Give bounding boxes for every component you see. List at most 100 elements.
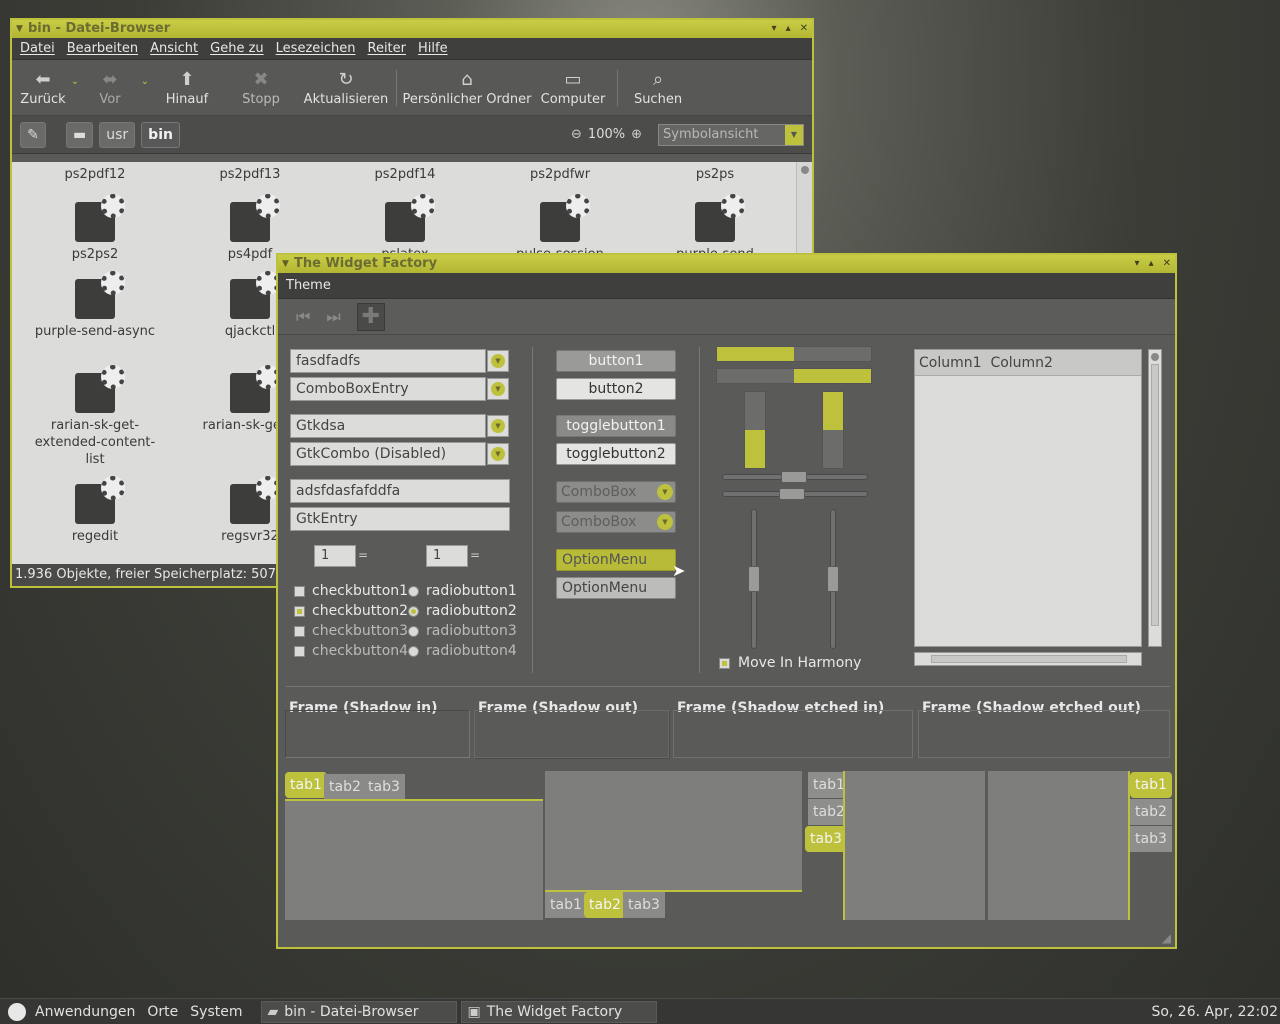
task-file-browser[interactable]: ▰ bin - Datei-Browser [260, 1000, 457, 1023]
skip-forward-icon[interactable]: ⏭ [326, 307, 340, 327]
vscale-1-thumb[interactable] [748, 566, 760, 592]
file-item[interactable]: purple-send-async [20, 271, 170, 340]
radiobutton-4-label[interactable]: radiobutton4 [426, 643, 517, 659]
tree-vscrollbar[interactable] [1148, 349, 1162, 647]
nb4-tab1[interactable]: tab1 [1130, 772, 1172, 798]
combobox-2[interactable]: ComboBox ▼ [556, 511, 676, 533]
spin-stepper-icon[interactable]: = [358, 549, 370, 561]
optionmenu-1[interactable]: OptionMenu [556, 549, 676, 571]
checkbutton-2-label[interactable]: checkbutton2 [312, 603, 408, 619]
checkbutton-4-label[interactable]: checkbutton4 [312, 643, 408, 659]
nb4-tab2[interactable]: tab2 [1130, 799, 1172, 825]
view-mode-select[interactable]: Symbolansicht ▼ [658, 123, 804, 146]
up-button[interactable]: ⬆ Hinauf [152, 66, 222, 108]
file-item[interactable]: ps2ps2 [20, 194, 170, 263]
column-header-1[interactable]: Column1 [919, 355, 982, 371]
forward-history-button[interactable]: ⌄ [138, 66, 152, 87]
menu-hilfe[interactable]: Hilfe [418, 41, 448, 56]
menu-reiter[interactable]: Reiter [368, 41, 407, 56]
maximize-icon[interactable]: ▴ [786, 20, 791, 38]
gtk-combo-dropdown[interactable]: ▼ [487, 415, 509, 437]
nb2-tab1[interactable]: tab1 [545, 892, 587, 918]
hscale-1-thumb[interactable] [781, 471, 807, 483]
vscale-1[interactable] [748, 509, 760, 649]
combo-entry-1-dropdown[interactable]: ▼ [487, 350, 509, 372]
window-menu-icon[interactable]: ▼ [16, 20, 23, 38]
maximize-icon[interactable]: ▴ [1149, 255, 1154, 273]
checkbutton-1-label[interactable]: checkbutton1 [312, 583, 408, 599]
file-item[interactable]: rarian-sk-get-extended-content-list [20, 365, 170, 468]
togglebutton-2[interactable]: togglebutton2 [556, 443, 676, 465]
nb4-tab3[interactable]: tab3 [1130, 826, 1172, 852]
checkbutton-3[interactable] [294, 626, 305, 637]
togglebutton-1[interactable]: togglebutton1 [556, 415, 676, 437]
menu-bearbeiten[interactable]: Bearbeiten [67, 41, 138, 56]
checkbutton-2[interactable] [294, 606, 305, 617]
toggle-location-button[interactable]: ✎ [20, 121, 46, 148]
combo-entry-2[interactable]: ComboBoxEntry [290, 377, 486, 401]
spin-button-1[interactable]: 1 [314, 545, 356, 567]
file-item[interactable]: ps2ps [640, 166, 790, 183]
nb2-tab2[interactable]: tab2 [584, 892, 626, 918]
window-menu-icon[interactable]: ▼ [282, 255, 289, 273]
menu-ansicht[interactable]: Ansicht [150, 41, 198, 56]
nb2-tab3[interactable]: tab3 [623, 892, 665, 918]
reload-button[interactable]: ↻ Aktualisieren [300, 66, 392, 108]
file-item[interactable]: ps2pdf13 [175, 166, 325, 183]
combo-entry-2-dropdown[interactable]: ▼ [487, 378, 509, 400]
menu-places[interactable]: Orte [147, 1004, 178, 1020]
button-1[interactable]: button1 [556, 350, 676, 372]
spin-button-2[interactable]: 1 [426, 545, 468, 567]
back-button[interactable]: ⬅ Zurück [18, 66, 68, 108]
computer-button[interactable]: ▭ Computer [533, 66, 613, 108]
distro-logo-icon[interactable] [8, 1002, 26, 1021]
forward-button[interactable]: ⬌ Vor [82, 66, 138, 108]
vscale-2[interactable] [827, 509, 839, 649]
text-entry-1[interactable]: adsfdasfafddfa [290, 479, 510, 503]
zoom-in-icon[interactable]: ⊕ [631, 127, 642, 142]
file-item[interactable]: ps2pdf14 [330, 166, 480, 183]
menu-system[interactable]: System [190, 1004, 242, 1020]
checkbutton-4[interactable] [294, 646, 305, 657]
radiobutton-2-label[interactable]: radiobutton2 [426, 603, 517, 619]
minimize-icon[interactable]: ▾ [772, 20, 777, 38]
nb1-tab2[interactable]: tab2 [324, 774, 366, 800]
radiobutton-1-label[interactable]: radiobutton1 [426, 583, 517, 599]
radiobutton-1[interactable] [408, 586, 419, 597]
file-item[interactable]: ps2pdfwr [485, 166, 635, 183]
optionmenu-2[interactable]: OptionMenu [556, 577, 676, 599]
radiobutton-4[interactable] [408, 646, 419, 657]
spin-stepper-icon[interactable]: = [470, 549, 482, 561]
close-icon[interactable]: ✕ [800, 20, 808, 38]
back-history-button[interactable]: ⌄ [68, 66, 82, 87]
radiobutton-2[interactable] [408, 606, 419, 617]
vscale-2-thumb[interactable] [827, 566, 839, 592]
home-button[interactable]: ⌂ Persönlicher Ordner [401, 66, 533, 108]
zoom-out-icon[interactable]: ⊖ [571, 127, 582, 142]
add-icon[interactable]: ✚ [356, 302, 385, 331]
combo-entry-1[interactable]: fasdfadfs [290, 349, 486, 373]
nb1-tab1[interactable]: tab1 [285, 772, 327, 798]
column-header-2[interactable]: Column2 [990, 355, 1053, 371]
button-2[interactable]: button2 [556, 378, 676, 400]
menu-gehe-zu[interactable]: Gehe zu [210, 41, 264, 56]
path-root-button[interactable]: ▬ [66, 121, 94, 148]
widget-factory-titlebar[interactable]: ▼ The Widget Factory ▾ ▴ ✕ [278, 255, 1175, 273]
path-bin-button[interactable]: bin [141, 121, 180, 148]
combobox-1[interactable]: ComboBox ▼ [556, 481, 676, 503]
resize-grip-icon[interactable]: ◢ [1162, 931, 1171, 945]
file-item[interactable]: regedit [20, 476, 170, 545]
tree-view[interactable]: Column1 Column2 [914, 349, 1142, 647]
menu-applications[interactable]: Anwendungen [35, 1004, 135, 1020]
file-browser-titlebar[interactable]: ▼ bin - Datei-Browser ▾ ▴ ✕ [12, 20, 812, 38]
nb1-tab3[interactable]: tab3 [363, 774, 405, 800]
menu-datei[interactable]: Datei [20, 41, 55, 56]
minimize-icon[interactable]: ▾ [1135, 255, 1140, 273]
menu-theme[interactable]: Theme [286, 278, 331, 293]
task-widget-factory[interactable]: ▣ The Widget Factory [460, 1000, 657, 1023]
radiobutton-3[interactable] [408, 626, 419, 637]
clock[interactable]: So, 26. Apr, 22:02 [1151, 1004, 1278, 1020]
path-usr-button[interactable]: usr [99, 121, 136, 148]
checkbutton-3-label[interactable]: checkbutton3 [312, 623, 408, 639]
gtk-combo[interactable]: Gtkdsa [290, 414, 486, 438]
